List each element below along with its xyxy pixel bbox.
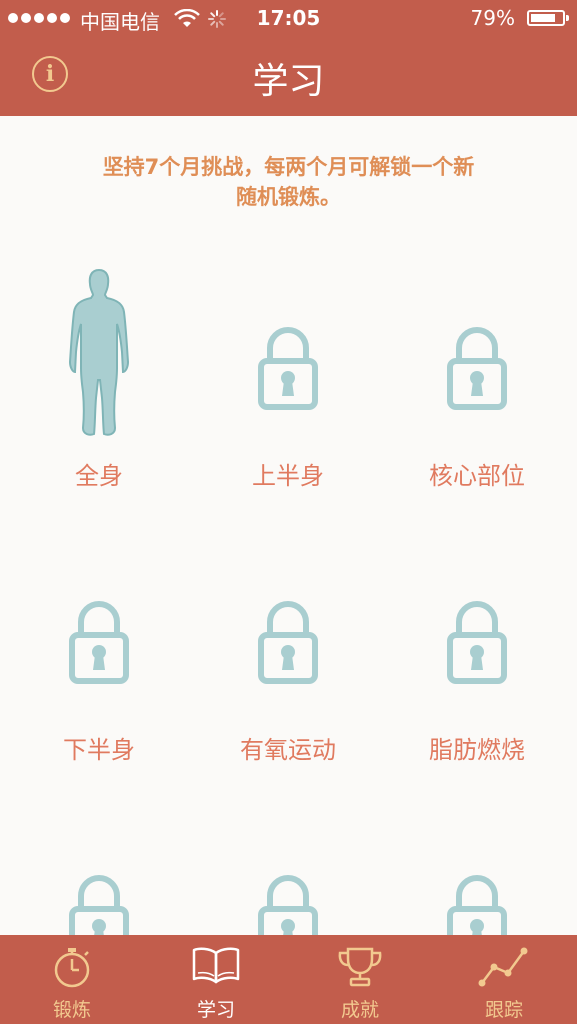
chart-line-icon — [478, 947, 528, 987]
workout-label: 核心部位 — [429, 462, 525, 490]
workout-locked-7[interactable] — [4, 808, 194, 935]
page-title: 学习 — [252, 61, 325, 102]
workout-label: 有氧运动 — [240, 736, 336, 764]
lock-icon — [258, 875, 318, 935]
tab-learn[interactable]: 学习 — [144, 935, 288, 1024]
status-bar: 中国电信 17:05 79% — [0, 0, 577, 38]
battery-percent: 79% — [470, 6, 515, 30]
tab-workout[interactable]: 锻炼 — [0, 935, 144, 1024]
body-figure-icon — [68, 268, 130, 436]
tab-label: 跟踪 — [484, 999, 523, 1021]
workout-label: 脂肪燃烧 — [429, 736, 525, 764]
battery-icon — [527, 10, 569, 26]
workout-full-body[interactable]: 全身 — [4, 260, 194, 500]
tab-label: 学习 — [196, 999, 235, 1021]
workout-locked-9[interactable] — [382, 808, 572, 935]
lock-icon — [447, 327, 507, 410]
workout-upper-body[interactable]: 上半身 — [193, 260, 383, 500]
lock-icon — [69, 601, 129, 684]
lock-icon — [69, 875, 129, 935]
workout-label: 上半身 — [252, 462, 324, 490]
workout-lower-body[interactable]: 下半身 — [4, 534, 194, 774]
workout-core[interactable]: 核心部位 — [382, 260, 572, 500]
workout-cardio[interactable]: 有氧运动 — [193, 534, 383, 774]
book-icon — [192, 947, 240, 984]
lock-icon — [447, 875, 507, 935]
navigation-bar: i 学习 — [0, 38, 577, 116]
tab-achievements[interactable]: 成就 — [288, 935, 432, 1024]
intro-text: 坚持7个月挑战，每两个月可解锁一个新 随机锻炼。 — [40, 152, 537, 212]
workout-label: 全身 — [75, 462, 123, 490]
lock-icon — [447, 601, 507, 684]
workout-locked-8[interactable] — [193, 808, 383, 935]
tab-label: 锻炼 — [52, 999, 91, 1021]
tab-bar: 锻炼 学习 成就 跟踪 — [0, 935, 577, 1024]
intro-line-1: 坚持7个月挑战，每两个月可解锁一个新 — [102, 155, 475, 179]
intro-line-2: 随机锻炼。 — [236, 185, 341, 209]
workout-fat-burn[interactable]: 脂肪燃烧 — [382, 534, 572, 774]
stopwatch-icon — [54, 948, 90, 988]
trophy-icon — [338, 947, 382, 987]
lock-icon — [258, 327, 318, 410]
tab-label: 成就 — [340, 999, 379, 1021]
workout-label: 下半身 — [63, 736, 135, 764]
lock-icon — [258, 601, 318, 684]
tab-tracking[interactable]: 跟踪 — [432, 935, 576, 1024]
